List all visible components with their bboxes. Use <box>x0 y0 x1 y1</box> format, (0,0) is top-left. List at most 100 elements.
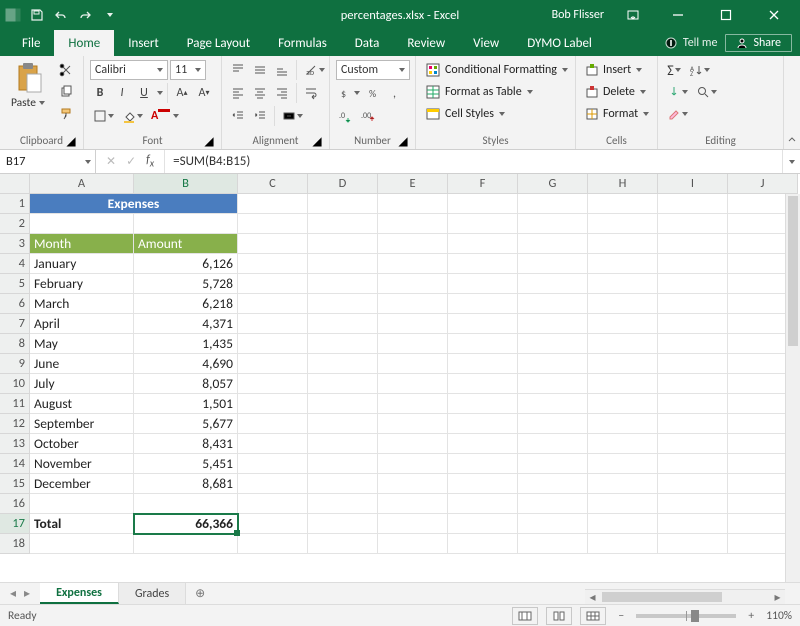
row-header[interactable]: 16 <box>0 494 30 514</box>
cell[interactable] <box>238 274 308 294</box>
cell[interactable] <box>518 294 588 314</box>
zoom-level[interactable]: 110% <box>766 609 792 623</box>
cell[interactable] <box>30 534 134 554</box>
increase-font-icon[interactable]: A▴ <box>172 83 192 103</box>
page-break-view-icon[interactable] <box>580 607 606 625</box>
cell[interactable] <box>134 494 238 514</box>
tab-view[interactable]: View <box>459 30 513 56</box>
tab-dymo-label[interactable]: DYMO Label <box>513 30 606 56</box>
worksheet-grid[interactable]: ABCDEFGHIJ1Expenses23MonthAmount4January… <box>0 174 800 582</box>
cell[interactable] <box>658 514 728 534</box>
cell[interactable] <box>658 354 728 374</box>
tab-insert[interactable]: Insert <box>114 30 173 56</box>
borders-icon[interactable] <box>90 106 117 126</box>
cell[interactable] <box>448 494 518 514</box>
cell[interactable] <box>308 354 378 374</box>
cell[interactable] <box>588 194 658 214</box>
cell[interactable] <box>448 274 518 294</box>
cell[interactable] <box>448 394 518 414</box>
row-header[interactable]: 5 <box>0 274 30 294</box>
column-header[interactable]: C <box>238 174 308 194</box>
column-header[interactable]: D <box>308 174 378 194</box>
tell-me-search[interactable]: Tell me <box>664 36 718 50</box>
cell[interactable] <box>588 474 658 494</box>
cell[interactable] <box>308 414 378 434</box>
cell[interactable] <box>308 394 378 414</box>
cell[interactable] <box>518 274 588 294</box>
row-header[interactable]: 4 <box>0 254 30 274</box>
cell[interactable] <box>308 314 378 334</box>
amount-cell[interactable]: 5,677 <box>134 414 238 434</box>
fill-color-icon[interactable] <box>119 106 146 126</box>
cell[interactable] <box>448 334 518 354</box>
ribbon-display-options-icon[interactable] <box>618 8 648 22</box>
undo-icon[interactable] <box>52 6 70 24</box>
cell[interactable] <box>238 294 308 314</box>
cell[interactable] <box>378 214 448 234</box>
cell[interactable] <box>448 314 518 334</box>
comma-format-icon[interactable]: , <box>387 83 407 103</box>
cell[interactable] <box>518 394 588 414</box>
cell[interactable] <box>378 434 448 454</box>
cell[interactable] <box>134 214 238 234</box>
cell[interactable] <box>518 374 588 394</box>
cell[interactable] <box>378 494 448 514</box>
row-header[interactable]: 2 <box>0 214 30 234</box>
new-sheet-button[interactable]: ⊕ <box>186 583 214 604</box>
column-header[interactable]: E <box>378 174 448 194</box>
cell[interactable] <box>448 254 518 274</box>
delete-cells-button[interactable]: Delete <box>582 82 649 102</box>
cell[interactable] <box>658 254 728 274</box>
cell[interactable] <box>658 394 728 414</box>
amount-cell[interactable]: 1,501 <box>134 394 238 414</box>
cell[interactable] <box>308 234 378 254</box>
cell[interactable] <box>378 314 448 334</box>
cancel-formula-icon[interactable]: ✕ <box>106 154 116 169</box>
cell[interactable] <box>588 314 658 334</box>
cell[interactable] <box>30 214 134 234</box>
close-button[interactable] <box>752 0 796 30</box>
row-header[interactable]: 10 <box>0 374 30 394</box>
cell[interactable] <box>588 494 658 514</box>
column-header[interactable]: A <box>30 174 134 194</box>
cell[interactable] <box>658 194 728 214</box>
cell[interactable] <box>378 274 448 294</box>
cell[interactable] <box>588 434 658 454</box>
user-name[interactable]: Bob Flisser <box>552 8 604 22</box>
cell[interactable] <box>518 434 588 454</box>
cell[interactable] <box>658 234 728 254</box>
cell[interactable] <box>518 354 588 374</box>
cell[interactable] <box>448 434 518 454</box>
cell[interactable] <box>518 194 588 214</box>
cell[interactable] <box>378 374 448 394</box>
cell[interactable] <box>134 534 238 554</box>
sheet-tab-grades[interactable]: Grades <box>119 583 186 604</box>
month-cell[interactable]: October <box>30 434 134 454</box>
expand-formula-bar-icon[interactable] <box>782 150 800 173</box>
cell[interactable] <box>518 254 588 274</box>
cell[interactable] <box>658 214 728 234</box>
cell[interactable] <box>238 414 308 434</box>
select-all-corner[interactable] <box>0 174 30 194</box>
zoom-out-button[interactable]: − <box>614 609 628 623</box>
cell[interactable] <box>378 474 448 494</box>
cell[interactable] <box>518 454 588 474</box>
amount-cell[interactable]: 8,057 <box>134 374 238 394</box>
column-header[interactable]: I <box>658 174 728 194</box>
month-cell[interactable]: December <box>30 474 134 494</box>
cell[interactable] <box>588 354 658 374</box>
sheet-tab-expenses[interactable]: Expenses <box>40 583 119 604</box>
normal-view-icon[interactable] <box>512 607 538 625</box>
font-name-combo[interactable]: Calibri <box>90 60 168 80</box>
row-header[interactable]: 12 <box>0 414 30 434</box>
fill-icon[interactable] <box>664 82 691 102</box>
cell[interactable] <box>308 214 378 234</box>
cell[interactable] <box>448 214 518 234</box>
cell[interactable] <box>448 414 518 434</box>
tab-page-layout[interactable]: Page Layout <box>173 30 264 56</box>
cell[interactable] <box>378 354 448 374</box>
cell[interactable] <box>588 234 658 254</box>
decrease-indent-icon[interactable] <box>228 106 248 126</box>
cell[interactable] <box>378 254 448 274</box>
row-header[interactable]: 9 <box>0 354 30 374</box>
